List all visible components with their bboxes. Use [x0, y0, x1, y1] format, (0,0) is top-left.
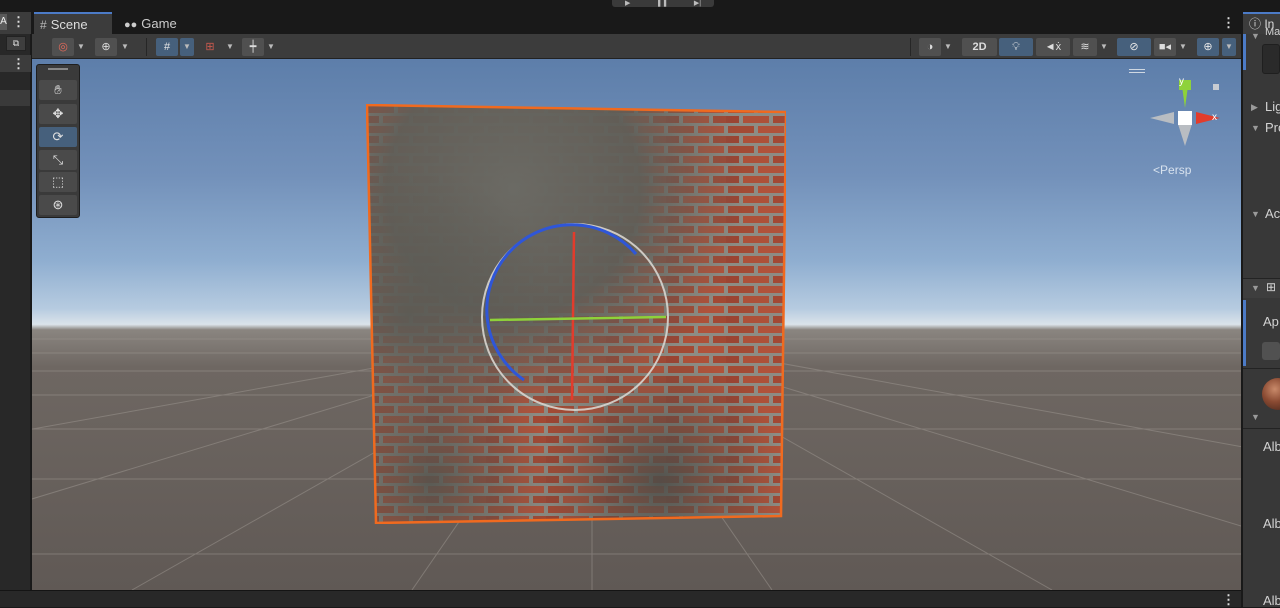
grid-snap-icon[interactable]: #	[156, 38, 178, 56]
collapse-arrow-icon[interactable]: ▼	[1251, 283, 1260, 293]
globe-icon[interactable]: ⊕	[95, 38, 117, 56]
script-icon: ⊞	[1266, 280, 1277, 294]
toolbar-divider-right	[910, 38, 911, 56]
orientation-gizmo[interactable]: y x	[1140, 72, 1230, 162]
hidden-objects-icon[interactable]: ⊘	[1117, 38, 1151, 56]
inspector-row-label: Alb	[1263, 516, 1280, 531]
gamepad-icon: ●●	[124, 19, 138, 31]
ruler-icon[interactable]: ┿	[242, 38, 264, 56]
view-tab-bar	[32, 12, 1241, 34]
inspector-field[interactable]	[1262, 44, 1280, 74]
play-icon[interactable]: ▶	[625, 0, 630, 7]
hand-tool-icon[interactable]: ✋︎	[39, 80, 77, 100]
tab-game[interactable]: ●● Game	[118, 12, 190, 34]
inspector-row-label: Alb	[1263, 439, 1280, 454]
gizmo-y-label: y	[1179, 76, 1184, 87]
ruler-dropdown[interactable]: ▼	[264, 38, 278, 56]
tab-menu-icon[interactable]: ⋮	[1222, 12, 1235, 34]
hierarchy-menu-icon[interactable]: ⋮	[12, 14, 25, 30]
toolbar-divider	[146, 38, 147, 56]
scale-tool-icon[interactable]: ⤡	[39, 150, 77, 170]
draw-mode-dropdown[interactable]: ▼	[74, 38, 88, 56]
camera-icon[interactable]: ■◂	[1154, 38, 1176, 56]
projection-label-text: Persp	[1160, 163, 1192, 177]
scene-row-menu-icon[interactable]: ⋮	[12, 56, 25, 71]
tab-scene[interactable]: # Scene	[34, 12, 112, 35]
brick-plane[interactable]	[366, 104, 786, 524]
chevron-left-icon: <	[1153, 163, 1161, 177]
tab-game-label: Game	[141, 16, 177, 31]
collapse-arrow-icon[interactable]: ▼	[1251, 123, 1260, 133]
shading-mode-dropdown[interactable]: ▼	[941, 38, 955, 56]
bottom-panel	[0, 590, 1241, 607]
inspector-row-label: Alb	[1263, 593, 1280, 608]
inspector-row-label: Ap	[1263, 314, 1279, 329]
audio-icon[interactable]: ◄ẋ	[1036, 38, 1070, 56]
effects-icon[interactable]: ≋	[1073, 38, 1097, 56]
divider	[1243, 428, 1280, 429]
camera-dropdown[interactable]: ▼	[1176, 38, 1190, 56]
inspector-row-label: Ac	[1265, 206, 1280, 221]
tab-scene-label: Scene	[50, 17, 88, 32]
inspector-section-accent	[1243, 300, 1246, 366]
inspector-button[interactable]	[1262, 342, 1280, 360]
rect-tool-icon[interactable]: ⬚	[39, 172, 77, 192]
projection-label[interactable]: <Persp	[1153, 163, 1191, 177]
gizmos-dropdown[interactable]: ▼	[1222, 38, 1236, 56]
expand-arrow-icon[interactable]: ▶	[1251, 102, 1258, 113]
gizmo-x-label: x	[1212, 112, 1217, 123]
hierarchy-lock-button[interactable]: ⧉	[6, 36, 26, 51]
palette-drag-handle[interactable]	[48, 68, 68, 70]
collapse-arrow-icon[interactable]: ▼	[1251, 209, 1260, 219]
2d-mode-button[interactable]: 2D	[962, 38, 997, 56]
hierarchy-tab-letter[interactable]: A	[0, 14, 7, 30]
bottom-menu-icon[interactable]: ⋮	[1222, 592, 1235, 607]
grid-snap-dropdown[interactable]: ▼	[180, 38, 194, 56]
snap-increment-icon[interactable]: ⊞	[199, 38, 221, 56]
effects-dropdown[interactable]: ▼	[1097, 38, 1111, 56]
info-icon: ⓘ	[1249, 17, 1265, 31]
hash-icon: #	[40, 18, 47, 32]
rotate-tool-icon[interactable]: ⟳	[39, 127, 77, 147]
play-controls: ▶ ❚❚ ▶|	[612, 0, 714, 7]
inspector-section-accent	[1243, 34, 1246, 70]
inspector-row-label: Pro	[1265, 120, 1280, 135]
move-tool-icon[interactable]: ✥	[39, 104, 77, 124]
global-dropdown[interactable]: ▼	[118, 38, 132, 56]
collapse-arrow-icon[interactable]: ▼	[1251, 31, 1260, 41]
divider	[1243, 368, 1280, 369]
hierarchy-selected-row[interactable]	[0, 90, 30, 106]
inspector-row-label: Lig	[1265, 99, 1280, 114]
inspector-row-label: Ma	[1265, 26, 1280, 38]
lighting-icon[interactable]: 💡︎	[999, 38, 1033, 56]
shading-mode-icon[interactable]: ◑	[919, 38, 941, 56]
draw-mode-icon[interactable]: ◎	[52, 38, 74, 56]
transform-tool-icon[interactable]: ⊛	[39, 195, 77, 215]
gizmos-icon[interactable]: ⊕	[1197, 38, 1219, 56]
pause-icon[interactable]: ❚❚	[656, 0, 668, 7]
snap-increment-dropdown[interactable]: ▼	[223, 38, 237, 56]
step-icon[interactable]: ▶|	[694, 0, 701, 7]
collapse-arrow-icon[interactable]: ▼	[1251, 412, 1260, 422]
